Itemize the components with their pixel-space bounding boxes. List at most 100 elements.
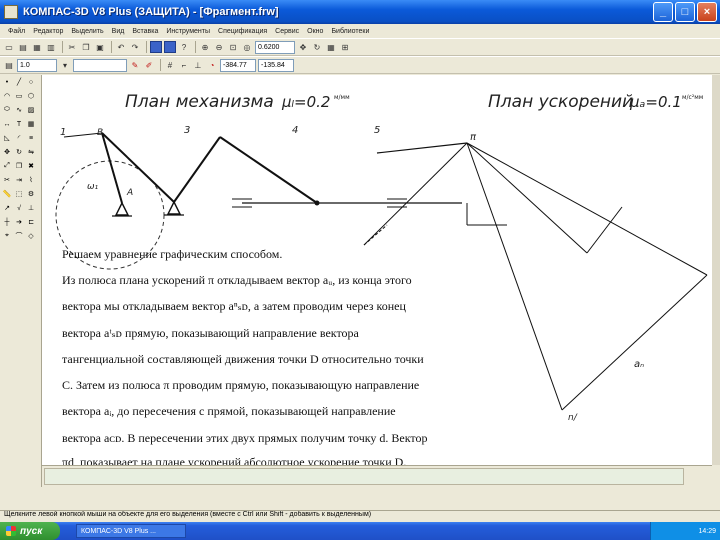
- coord-y-field[interactable]: -135.84: [258, 58, 294, 72]
- rectangle-icon[interactable]: ▭: [14, 91, 24, 101]
- accel-line-6: [586, 206, 623, 254]
- doc-line-5: тангенциальной составляющей движения точ…: [62, 352, 424, 366]
- accel-vector-pi: [376, 142, 468, 154]
- vertical-scrollbar[interactable]: [712, 75, 720, 465]
- break-icon[interactable]: ⌇: [26, 175, 36, 185]
- help-icon[interactable]: ?: [178, 41, 190, 53]
- menu-insert[interactable]: Вставка: [128, 28, 162, 35]
- hatch-icon[interactable]: ▨: [26, 105, 36, 115]
- scale-icon[interactable]: ⤢: [2, 161, 12, 171]
- select-icon[interactable]: ⬚: [14, 189, 24, 199]
- properties-icon[interactable]: [150, 41, 162, 53]
- menu-file[interactable]: Файл: [4, 28, 29, 35]
- undo-icon[interactable]: ↶: [115, 41, 127, 53]
- point-icon[interactable]: •: [2, 77, 12, 87]
- refresh-icon[interactable]: ↻: [311, 41, 323, 53]
- menu-specification[interactable]: Спецификация: [214, 28, 271, 35]
- ellipse-icon[interactable]: ⬭: [2, 105, 12, 115]
- move-icon[interactable]: ✥: [2, 147, 12, 157]
- close-button[interactable]: ×: [697, 2, 717, 22]
- menu-editor[interactable]: Редактор: [29, 28, 67, 35]
- coord-x-field[interactable]: -384.77: [220, 58, 256, 72]
- layer-style-icon[interactable]: ▤: [3, 59, 15, 71]
- base-icon[interactable]: ⊥: [26, 203, 36, 213]
- paste-icon[interactable]: ▣: [94, 41, 106, 53]
- menu-libraries[interactable]: Библиотеки: [327, 28, 373, 35]
- open-file-icon[interactable]: ▤: [17, 41, 29, 53]
- arc-icon[interactable]: ◠: [2, 91, 12, 101]
- segment-icon[interactable]: ╱: [14, 77, 24, 87]
- redo-icon[interactable]: ↷: [129, 41, 141, 53]
- support-b: [166, 200, 182, 215]
- table-icon[interactable]: ▦: [26, 119, 36, 129]
- circle-icon[interactable]: ○: [26, 77, 36, 87]
- print-icon[interactable]: ▥: [45, 41, 57, 53]
- property-field[interactable]: [44, 468, 684, 485]
- pan-icon[interactable]: ✥: [297, 41, 309, 53]
- fillet-icon[interactable]: ◜: [14, 133, 24, 143]
- grid-icon[interactable]: ▦: [325, 41, 337, 53]
- snap-icon[interactable]: ⊞: [339, 41, 351, 53]
- label-link-1: 1: [60, 127, 66, 138]
- param-icon[interactable]: ⚙: [26, 189, 36, 199]
- menu-view[interactable]: Вид: [108, 28, 129, 35]
- doc-line-8: вектора aᴄᴅ. В пересечении этих двух пря…: [62, 431, 428, 445]
- label-pi: π: [470, 132, 477, 143]
- mirror-icon[interactable]: ⇋: [26, 147, 36, 157]
- taskbar-app-item[interactable]: КОМПАС-3D V8 Plus ...: [76, 524, 186, 538]
- delete-icon[interactable]: ✖: [26, 161, 36, 171]
- mark-icon[interactable]: ◇: [26, 231, 36, 241]
- spline-icon[interactable]: ∿: [14, 105, 24, 115]
- zoom-in-icon[interactable]: ⊕: [199, 41, 211, 53]
- plan-accel-title: План ускорений: [488, 92, 633, 112]
- start-button[interactable]: пуск: [0, 522, 60, 540]
- leader-icon[interactable]: ↗: [2, 203, 12, 213]
- pen-icon[interactable]: ✎: [129, 59, 141, 71]
- menu-window[interactable]: Окно: [303, 28, 327, 35]
- rotate-icon[interactable]: ↻: [14, 147, 24, 157]
- text-icon[interactable]: T: [14, 119, 24, 129]
- menu-tools[interactable]: Инструменты: [162, 28, 214, 35]
- new-file-icon[interactable]: ▭: [3, 41, 15, 53]
- view-arrow-icon[interactable]: ➔: [14, 217, 24, 227]
- accel-line-2: [466, 142, 563, 411]
- roughness-icon[interactable]: √: [14, 203, 24, 213]
- zoom-out-icon[interactable]: ⊖: [213, 41, 225, 53]
- polygon-icon[interactable]: ⬡: [26, 91, 36, 101]
- measure-icon[interactable]: 📏: [2, 189, 12, 199]
- layers-icon[interactable]: [164, 41, 176, 53]
- weld-icon[interactable]: ⌒: [14, 231, 24, 241]
- scale-field[interactable]: 0.6200: [255, 40, 295, 54]
- trim-icon[interactable]: ✂: [2, 175, 12, 185]
- window-title: КОМПАС-3D V8 Plus (ЗАЩИТА) - [Фрагмент.f…: [23, 6, 279, 18]
- ortho-icon[interactable]: ⌐: [178, 59, 190, 71]
- copy-obj-icon[interactable]: ❐: [14, 161, 24, 171]
- round-icon[interactable]: ◔: [206, 59, 218, 71]
- zoom-all-icon[interactable]: ◎: [241, 41, 253, 53]
- tolerance-icon[interactable]: ⌖: [2, 231, 12, 241]
- offset-icon[interactable]: ≡: [26, 133, 36, 143]
- maximize-button[interactable]: □: [675, 2, 695, 22]
- axis-icon[interactable]: ┼: [2, 217, 12, 227]
- save-icon[interactable]: ▦: [31, 41, 43, 53]
- dropdown-arrow-icon[interactable]: ▾: [59, 59, 71, 71]
- cut-icon[interactable]: ✂: [66, 41, 78, 53]
- local-cs-icon[interactable]: ⊥: [192, 59, 204, 71]
- plan-accel-scale: μₐ=0.1: [629, 93, 682, 111]
- menu-select[interactable]: Выделить: [67, 28, 107, 35]
- drawing-canvas[interactable]: План механизма μₗ=0.2 м/мм План ускорени…: [42, 75, 712, 465]
- extend-icon[interactable]: ⇥: [14, 175, 24, 185]
- copy-icon[interactable]: ❐: [80, 41, 92, 53]
- minimize-button[interactable]: _: [653, 2, 673, 22]
- grid-snap-icon[interactable]: #: [164, 59, 176, 71]
- section-icon[interactable]: ⊏: [26, 217, 36, 227]
- zoom-window-icon[interactable]: ⊡: [227, 41, 239, 53]
- menu-service[interactable]: Сервис: [271, 28, 303, 35]
- line-style-field[interactable]: [73, 58, 127, 72]
- label-point-a: A: [126, 188, 133, 198]
- line-width-field[interactable]: 1.0: [17, 58, 57, 72]
- pencil-icon[interactable]: ✐: [143, 59, 155, 71]
- compact-panel: • ╱ ○ ◠ ▭ ⬡ ⬭ ∿ ▨ ↔ T ▦ ◺ ◜ ≡ ✥ ↻ ⇋ ⤢ ❐ ✖ ✂ ⇥ ⌇ 📏 ⬚ ⚙ ↗ √ ⊥ …: [0, 75, 42, 487]
- dimension-icon[interactable]: ↔: [2, 119, 12, 129]
- chamfer-icon[interactable]: ◺: [2, 133, 12, 143]
